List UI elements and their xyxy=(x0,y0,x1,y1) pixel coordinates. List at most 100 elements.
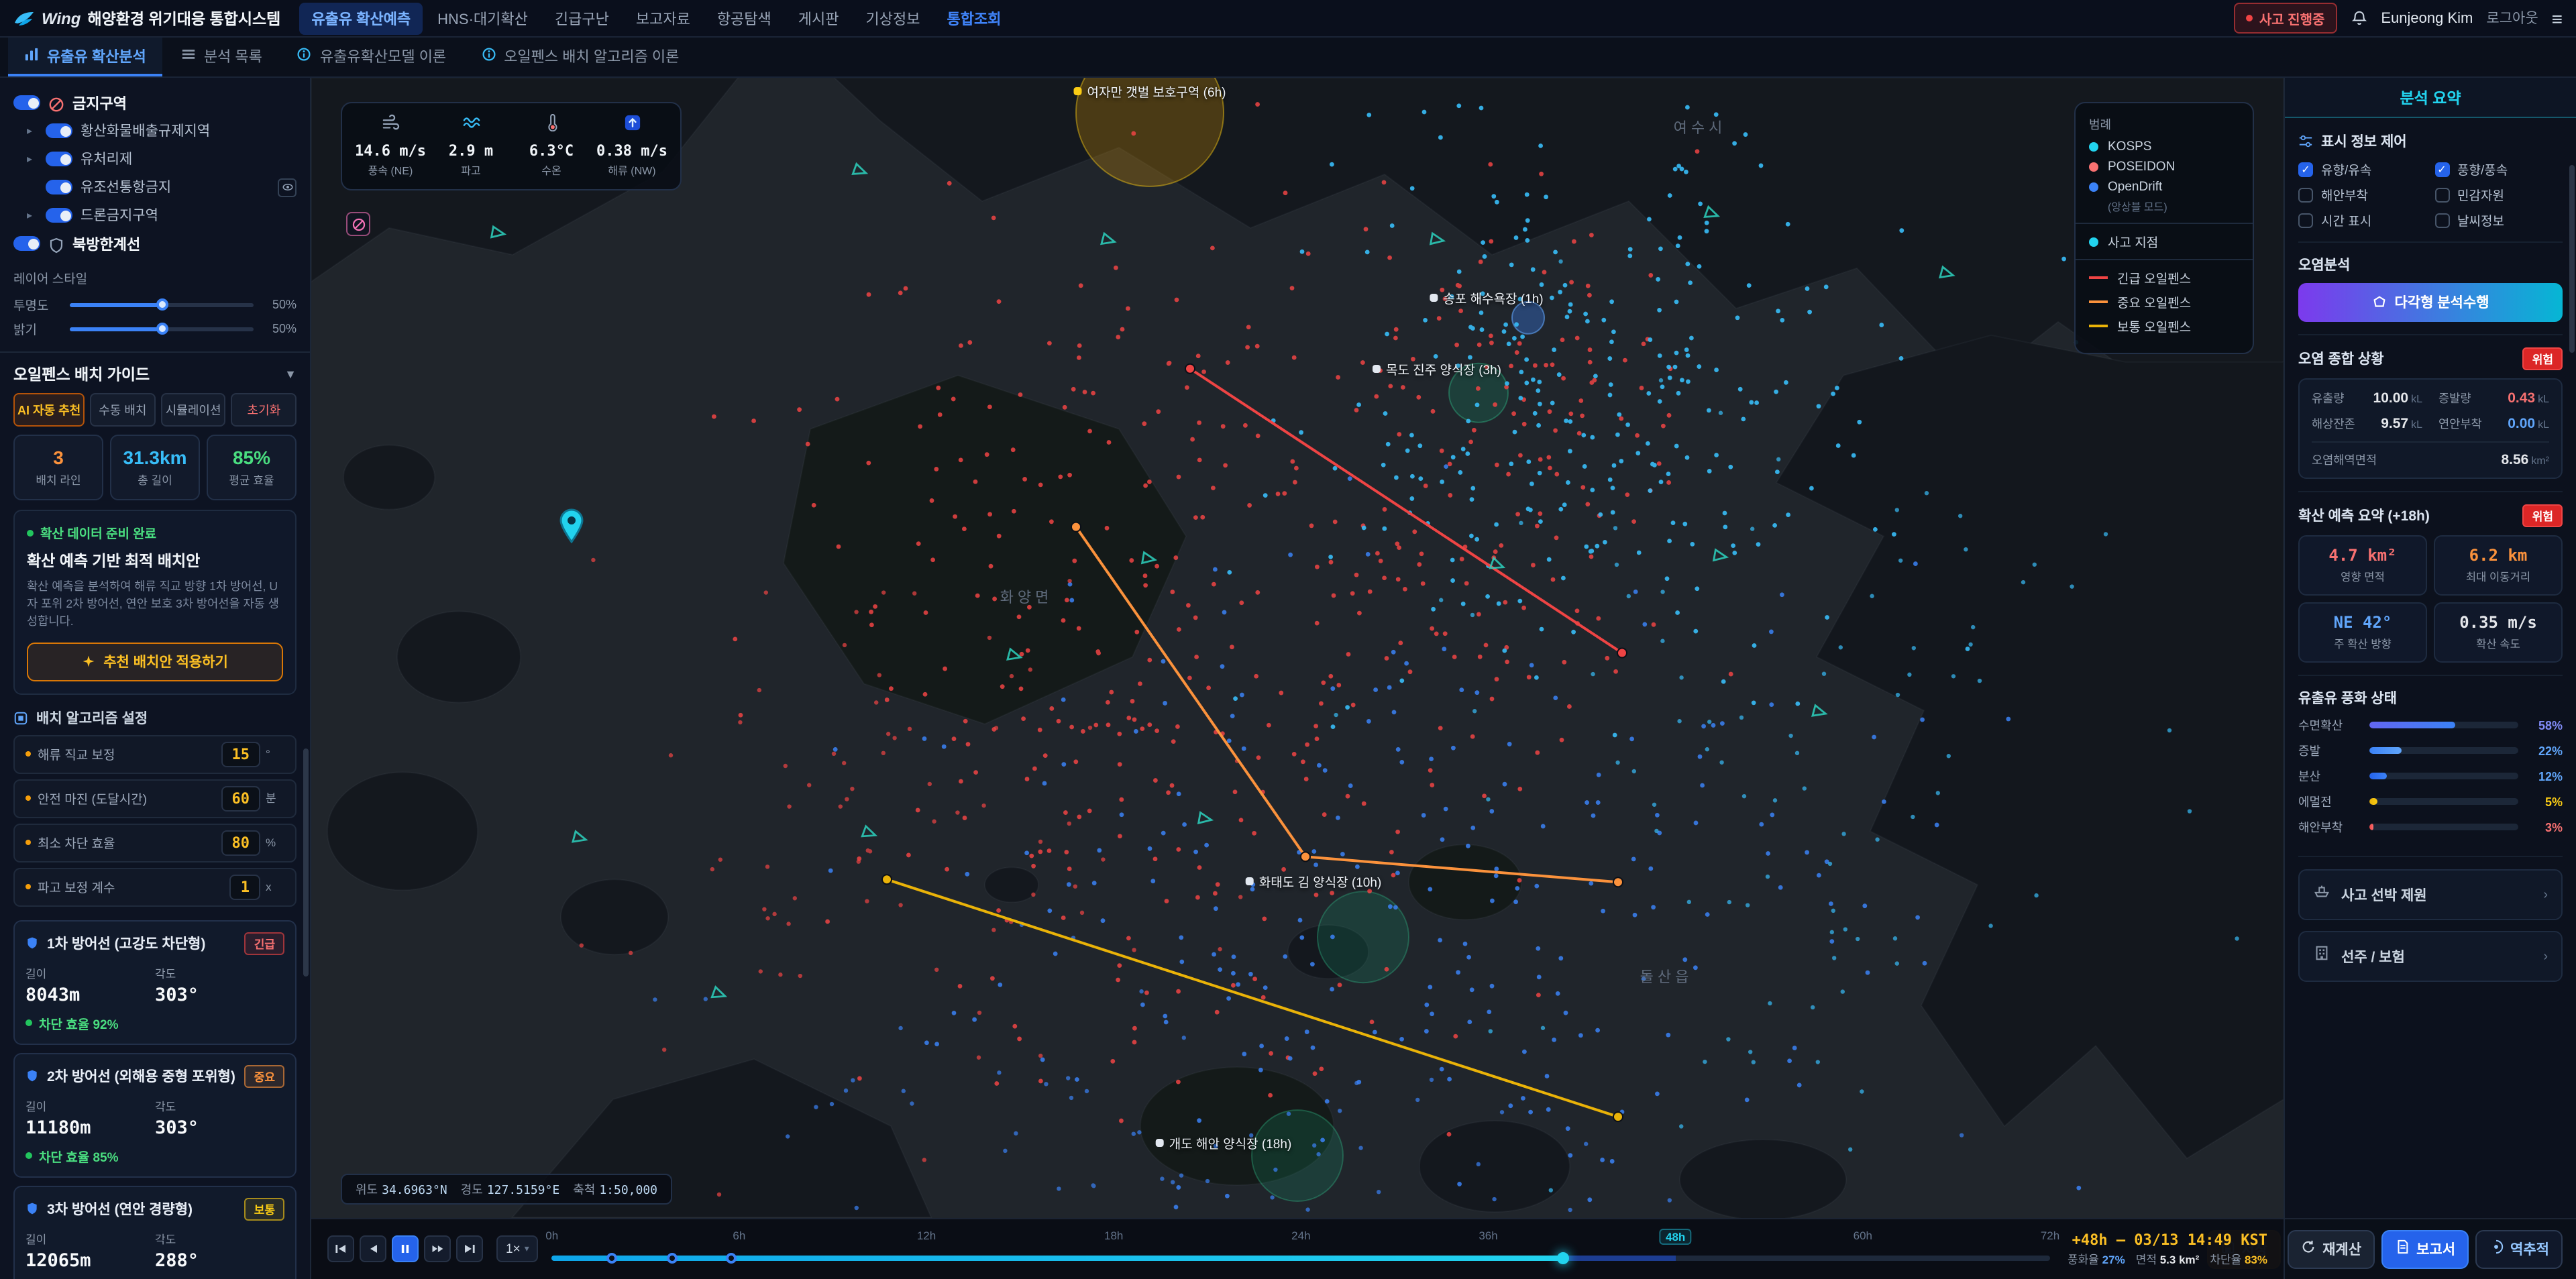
chevron-right-icon[interactable]: ▸ xyxy=(27,209,38,221)
timeline-tick-0h[interactable]: 0h xyxy=(545,1228,558,1241)
timeline-event-marker-1[interactable] xyxy=(666,1252,677,1263)
display-option-5[interactable]: 날씨정보 xyxy=(2434,211,2563,229)
display-option-0[interactable]: ✓유향/유속 xyxy=(2298,160,2426,178)
zone-toggle[interactable] xyxy=(46,208,72,223)
nav-item-4[interactable]: 항공탐색 xyxy=(705,2,784,34)
dispersant-marker-icon[interactable] xyxy=(346,212,370,236)
action-track-button[interactable]: 역추적 xyxy=(2475,1229,2563,1268)
skip-back-button[interactable] xyxy=(327,1235,354,1262)
setting-value-input[interactable]: 80 xyxy=(221,830,261,855)
style-slider[interactable] xyxy=(70,302,254,307)
legend-model-2: OpenDrift xyxy=(2089,180,2239,194)
display-option-2[interactable]: 해안부착 xyxy=(2298,185,2426,204)
checkbox[interactable] xyxy=(2298,213,2313,227)
playback-speed-select[interactable]: 1×▾ xyxy=(496,1235,539,1262)
zone-toggle[interactable] xyxy=(46,152,72,166)
chevron-right-icon: › xyxy=(2543,949,2548,964)
tab-1[interactable]: 분석 목록 xyxy=(165,38,278,76)
mode-button-2[interactable]: 시뮬레이션 xyxy=(161,393,226,427)
timeline-tick-12h[interactable]: 12h xyxy=(917,1228,936,1241)
mode-button-3[interactable]: 초기화 xyxy=(231,393,297,427)
timeline-tick-24h[interactable]: 24h xyxy=(1291,1228,1310,1241)
nav-item-1[interactable]: HNS·대기확산 xyxy=(425,2,540,34)
map-canvas[interactable]: 여자만 갯벌 보호구역 (6h)송포 해수욕장 (1h)목도 진주 양식장 (3… xyxy=(311,78,2284,1279)
fast-forward-button[interactable] xyxy=(424,1235,451,1262)
zone-item-2[interactable]: 유조선통항금지 xyxy=(13,173,297,201)
nll-toggle[interactable] xyxy=(13,236,40,251)
step-back-button[interactable] xyxy=(360,1235,386,1262)
zone-item-3[interactable]: ▸드론금지구역 xyxy=(13,201,297,229)
app-logo[interactable]: Wing 해양환경 위기대응 통합시스템 xyxy=(13,7,280,29)
incident-status-badge: 사고 진행중 xyxy=(2234,3,2337,34)
skipf-icon xyxy=(463,1242,476,1256)
action-doc-button[interactable]: 보고서 xyxy=(2381,1229,2469,1268)
algo-setting-3: 파고 보정 계수1x xyxy=(13,867,297,906)
collapsed-section-0[interactable]: 사고 선박 제원› xyxy=(2298,869,2563,920)
defense-line-card-3[interactable]: 3차 방어선 (연안 경량형)보통길이12065m각도288°차단 효율 78% xyxy=(13,1185,297,1279)
checkbox[interactable]: ✓ xyxy=(2298,162,2313,176)
chevron-right-icon[interactable]: ▸ xyxy=(27,153,38,165)
nav-item-6[interactable]: 기상정보 xyxy=(854,2,932,34)
skip-forward-button[interactable] xyxy=(456,1235,483,1262)
nav-item-0[interactable]: 유출유 확산예측 xyxy=(299,2,423,34)
timeline-tick-36h[interactable]: 36h xyxy=(1479,1228,1497,1241)
mode-button-1[interactable]: 수동 배치 xyxy=(90,393,155,427)
setting-value-input[interactable]: 1 xyxy=(230,874,260,899)
zone-options-icon[interactable] xyxy=(278,178,297,197)
tab-0[interactable]: 유출유 확산분석 xyxy=(8,38,162,76)
setting-value-input[interactable]: 60 xyxy=(221,785,261,811)
notifications-bell-icon[interactable] xyxy=(2350,9,2367,27)
pause-button[interactable] xyxy=(392,1235,419,1262)
display-option-3[interactable]: 민감자원 xyxy=(2434,185,2563,204)
mode-button-0[interactable]: AI 자동 추천 xyxy=(13,393,85,427)
zone-group-restricted[interactable]: 금지구역 xyxy=(13,89,297,117)
logout-button[interactable]: 로그아웃 xyxy=(2486,8,2538,28)
tab-label: 분석 목록 xyxy=(204,45,262,66)
timeline-tick-72h[interactable]: 72h xyxy=(2041,1228,2059,1241)
polygon-analysis-button[interactable]: 다각형 분석수행 xyxy=(2298,283,2563,322)
sidebar-scrollbar[interactable] xyxy=(303,748,309,977)
timeline-tick-6h[interactable]: 6h xyxy=(733,1228,745,1241)
checkbox[interactable] xyxy=(2434,213,2449,227)
zone-item-nll[interactable]: 북방한계선 xyxy=(13,229,297,258)
checkbox[interactable]: ✓ xyxy=(2434,162,2449,176)
panel-scrollbar[interactable] xyxy=(2569,165,2575,353)
nav-item-3[interactable]: 보고자료 xyxy=(624,2,702,34)
timeline-tick-48h[interactable]: 48h xyxy=(1659,1228,1692,1244)
chevron-right-icon[interactable]: ▸ xyxy=(27,125,38,137)
stat-value: 3 xyxy=(17,447,99,468)
nav-item-7[interactable]: 통합조회 xyxy=(935,2,1014,34)
tab-2[interactable]: 유출유확산모델 이론 xyxy=(281,38,462,76)
menu-icon[interactable]: ≡ xyxy=(2552,7,2563,29)
style-slider[interactable] xyxy=(70,327,254,331)
setting-value-input[interactable]: 15 xyxy=(221,741,261,767)
timeline-event-marker-2[interactable] xyxy=(727,1252,737,1263)
zone-item-0[interactable]: ▸황산화물배출규제지역 xyxy=(13,117,297,145)
timeline-track[interactable]: 0h6h12h18h24h36h48h60h72h xyxy=(552,1219,2050,1279)
action-refresh-button[interactable]: 재계산 xyxy=(2288,1229,2375,1268)
defense-title: 1차 방어선 (고강도 차단형) xyxy=(47,934,237,954)
nav-item-2[interactable]: 긴급구난 xyxy=(543,2,621,34)
incident-pin[interactable] xyxy=(558,508,585,550)
timeline-tick-60h[interactable]: 60h xyxy=(1854,1228,1872,1241)
zone-item-1[interactable]: ▸유처리제 xyxy=(13,145,297,173)
tab-3[interactable]: 오일펜스 배치 알고리즘 이론 xyxy=(465,38,695,76)
timeline-event-marker-0[interactable] xyxy=(606,1252,617,1263)
timeline-bar: 1×▾ 0h6h12h18h24h36h48h60h72h +48h — 03/… xyxy=(311,1217,2284,1279)
defense-line-card-1[interactable]: 1차 방어선 (고강도 차단형)긴급길이8043m각도303°차단 효율 92% xyxy=(13,920,297,1044)
display-option-1[interactable]: ✓풍향/풍속 xyxy=(2434,160,2563,178)
zone-toggle[interactable] xyxy=(46,123,72,138)
timeline-progress-track[interactable] xyxy=(552,1255,2050,1260)
display-option-4[interactable]: 시간 표시 xyxy=(2298,211,2426,229)
zone-toggle[interactable] xyxy=(46,180,72,194)
zone-group-toggle[interactable] xyxy=(13,95,40,110)
defense-line-card-2[interactable]: 2차 방어선 (외해용 중형 포위형)중요길이11180m각도303°차단 효율… xyxy=(13,1052,297,1177)
checkbox[interactable] xyxy=(2434,187,2449,202)
collapsed-section-1[interactable]: 선주 / 보험› xyxy=(2298,931,2563,982)
timeline-playhead[interactable] xyxy=(1557,1252,1569,1264)
timeline-tick-18h[interactable]: 18h xyxy=(1104,1228,1123,1241)
nav-item-5[interactable]: 게시판 xyxy=(786,2,851,34)
collapse-caret-icon[interactable]: ▼ xyxy=(284,368,297,381)
checkbox[interactable] xyxy=(2298,187,2313,202)
apply-plan-button[interactable]: 추천 배치안 적용하기 xyxy=(27,642,283,681)
